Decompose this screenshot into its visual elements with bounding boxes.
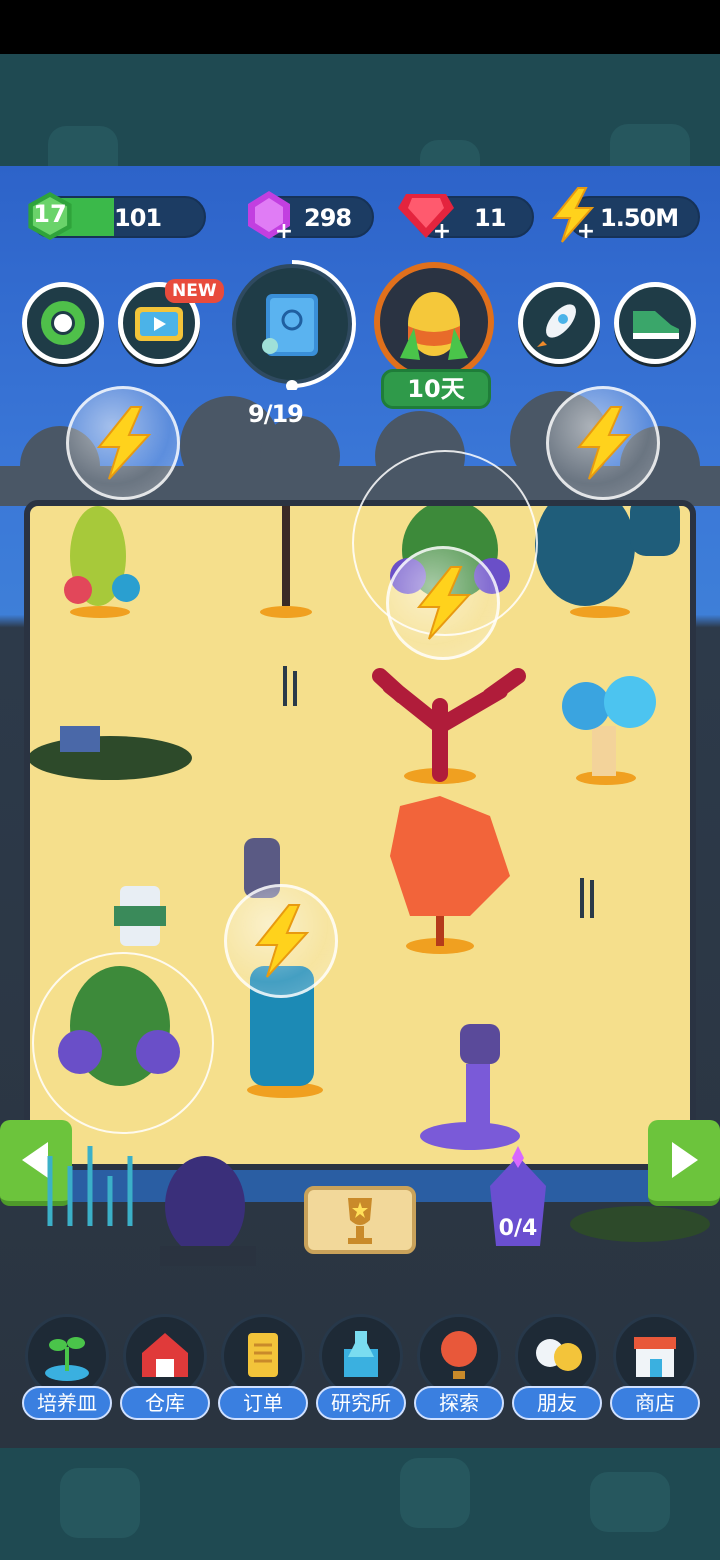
rocket-icon	[537, 304, 576, 347]
balloon-icon	[441, 1331, 477, 1379]
scroll-icon	[248, 1333, 278, 1377]
nav-orders[interactable]: 订单	[218, 1314, 308, 1424]
rocket-button[interactable]	[518, 282, 600, 364]
settings-button[interactable]	[22, 282, 104, 364]
lightning-icon	[416, 566, 472, 640]
add-energy-icon[interactable]: +	[576, 221, 596, 243]
add-purple-gem-icon[interactable]: +	[274, 221, 294, 243]
trophy-icon	[348, 1198, 372, 1244]
lightning-icon	[254, 904, 310, 978]
lab-flask-icon	[344, 1331, 378, 1377]
status-bar	[0, 0, 720, 54]
barn-icon	[142, 1333, 188, 1377]
trophy-button[interactable]	[304, 1186, 416, 1254]
energy-bubble[interactable]	[386, 546, 500, 660]
shop-icon	[634, 1337, 676, 1377]
sneaker-button[interactable]	[614, 282, 696, 364]
book-progress-ring	[286, 260, 356, 390]
video-ad-button[interactable]: NEW	[118, 279, 224, 364]
bottom-decoration-band	[0, 1448, 720, 1560]
lightning-icon	[576, 406, 632, 480]
nav-research-lab[interactable]: 研究所	[316, 1314, 406, 1424]
new-badge: NEW	[165, 279, 224, 303]
energy-bubble[interactable]	[66, 386, 180, 500]
selection-ring	[32, 952, 214, 1134]
energy-bubble[interactable]	[224, 884, 338, 998]
top-decoration-band	[0, 54, 720, 166]
nav-label: 培养皿	[22, 1386, 112, 1420]
crystal-counter: 0/4	[498, 1216, 538, 1241]
add-red-gem-icon[interactable]: +	[432, 221, 452, 243]
nav-friends[interactable]: 朋友	[512, 1314, 602, 1424]
purple-gem-value: 298	[304, 204, 352, 232]
friends-icon	[536, 1339, 582, 1371]
egg-icon	[400, 292, 468, 360]
level-xp-value: 101	[114, 204, 162, 232]
nav-label: 探索	[414, 1386, 504, 1420]
energy-bubble[interactable]	[546, 386, 660, 500]
egg-timer: 10天	[381, 369, 491, 409]
energy-value: 1.50M	[600, 204, 679, 232]
level-number: 17	[33, 200, 67, 228]
nav-petri-dish[interactable]: 培养皿	[22, 1314, 112, 1424]
habitat-arena[interactable]	[24, 386, 696, 1170]
seedling-icon	[45, 1337, 89, 1381]
nav-label: 商店	[610, 1386, 700, 1420]
red-gem-value: 11	[474, 204, 506, 232]
lightning-icon	[96, 406, 152, 480]
nav-shop[interactable]: 商店	[610, 1314, 700, 1424]
game-screen: 101 17 298 + 11 + 1.50M + NEW 9/19 10天 0…	[0, 166, 720, 1448]
nav-label: 研究所	[316, 1386, 406, 1420]
egg-hatch-button[interactable]	[374, 262, 494, 382]
sneaker-icon	[633, 311, 679, 339]
sprout-count: 9/19	[248, 400, 304, 428]
settings-gear-icon	[41, 301, 85, 345]
nav-label: 仓库	[120, 1386, 210, 1420]
nav-warehouse[interactable]: 仓库	[120, 1314, 210, 1424]
nav-label: 订单	[218, 1386, 308, 1420]
nav-label: 朋友	[512, 1386, 602, 1420]
nav-explore[interactable]: 探索	[414, 1314, 504, 1424]
